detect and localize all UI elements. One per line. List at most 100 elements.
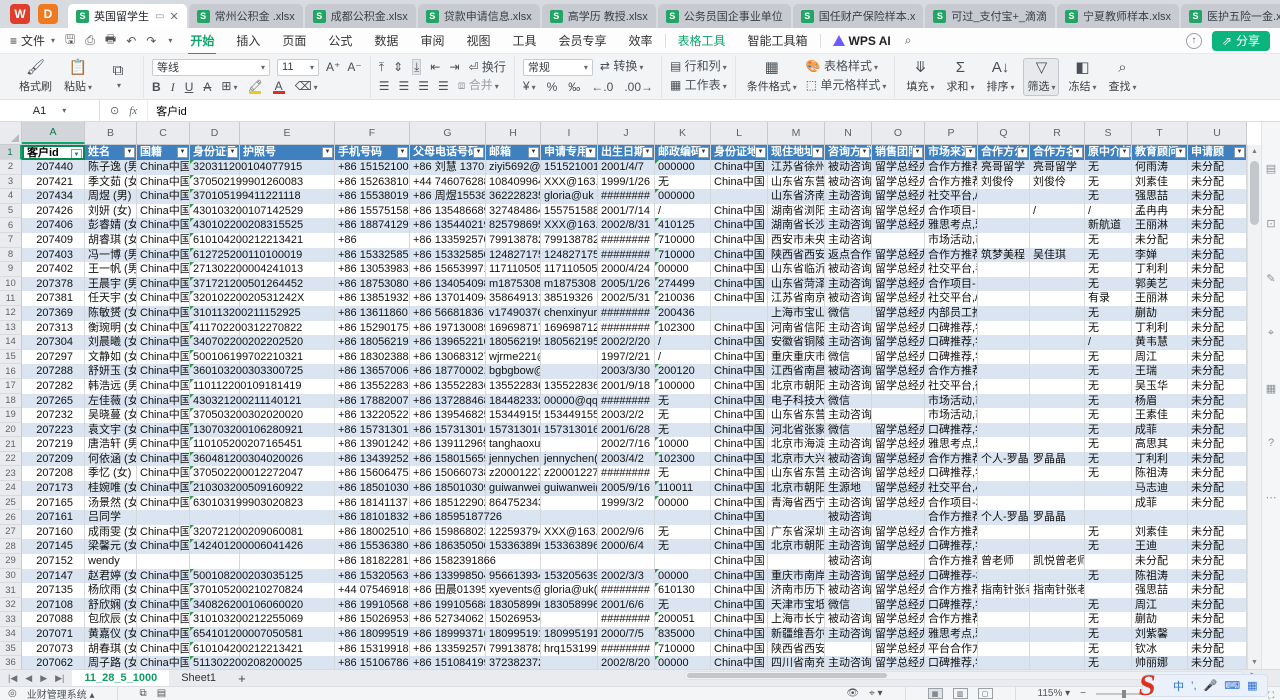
convert-button[interactable]: ⇄ 转换▾	[600, 59, 643, 75]
menu-item-效率[interactable]: 效率	[629, 32, 653, 49]
more-panel-icon[interactable]: ⋯	[1266, 491, 1277, 504]
row-number[interactable]: 8	[0, 248, 22, 263]
fullscreen-icon[interactable]: ⛶	[1268, 690, 1274, 700]
table-header-cell[interactable]: 邮箱▼	[486, 145, 541, 160]
table-header-cell[interactable]: 姓名▼	[85, 145, 137, 160]
cell[interactable]: 留学总经办	[872, 364, 925, 379]
cell[interactable]: 340826200106060020	[190, 598, 240, 613]
cell[interactable]: 桂婉唯 (女	[85, 481, 137, 496]
copy-button[interactable]: ⧉ ▾	[101, 62, 135, 91]
cell[interactable]: 被动咨询	[825, 160, 872, 175]
cell[interactable]: 天津市宝坻	[768, 598, 825, 613]
page-layout-view-icon[interactable]: ▥	[953, 688, 968, 699]
edit-panel-icon[interactable]: ✎	[1266, 272, 1275, 285]
cell[interactable]: 124827175	[541, 248, 598, 263]
cell[interactable]: 留学总经办	[872, 423, 925, 438]
cell[interactable]: 上海市长宁	[768, 612, 825, 627]
cell[interactable]: 未分配	[1188, 554, 1247, 569]
cell[interactable]: 留学总经办	[872, 306, 925, 321]
cell[interactable]: 口碑推荐-3	[925, 569, 978, 584]
cell[interactable]: 2002/3/3	[598, 569, 655, 584]
column-header-E[interactable]: E	[240, 122, 335, 144]
row-number[interactable]: 19	[0, 408, 22, 423]
wrap-text-button[interactable]: ⏎ 换行	[469, 60, 506, 74]
align-center-icon[interactable]: ☰	[398, 79, 409, 93]
cell[interactable]	[1085, 583, 1132, 598]
cell[interactable]: China中国	[137, 321, 190, 336]
cell[interactable]: 留学总经办	[872, 189, 925, 204]
row-number[interactable]: 27	[0, 525, 22, 540]
cell[interactable]: 200051	[655, 612, 711, 627]
cell[interactable]: 362228235	[486, 189, 541, 204]
cell[interactable]: China中国	[137, 175, 190, 190]
cell[interactable]	[1030, 539, 1085, 554]
cell[interactable]	[978, 306, 1030, 321]
cell[interactable]: +86 15575158	[335, 204, 410, 219]
cell[interactable]: +86 13220522	[335, 408, 410, 423]
cell[interactable]: 无	[1085, 277, 1132, 292]
cell[interactable]: 社交平台,/	[925, 189, 978, 204]
cell[interactable]: 200120	[655, 364, 711, 379]
cell[interactable]: 207378	[22, 277, 85, 292]
cell[interactable]: 未分配	[1188, 539, 1247, 554]
cell[interactable]: 无	[1085, 394, 1132, 409]
cell[interactable]: 2005/1/26	[598, 277, 655, 292]
cell[interactable]: 未分配	[1188, 466, 1247, 481]
cell[interactable]: +86 18302388	[335, 350, 410, 365]
column-header-U[interactable]: U	[1188, 122, 1247, 144]
cell[interactable]: /	[1085, 204, 1132, 219]
cell[interactable]: China中国	[711, 569, 768, 584]
cell[interactable]: 2002/7/16	[598, 437, 655, 452]
cell[interactable]: 留学总经办	[872, 262, 925, 277]
cell[interactable]: 207421	[22, 175, 85, 190]
filter-button[interactable]: ▼	[473, 147, 484, 158]
cell[interactable]: 口碑推荐,学	[925, 466, 978, 481]
cell[interactable]: 季文茹 (女	[85, 175, 137, 190]
cell[interactable]: 被动咨询	[825, 452, 872, 467]
cell[interactable]: 留学总经办	[872, 656, 925, 669]
cell[interactable]: 110112200109181419	[190, 379, 240, 394]
cell[interactable]: 郭美艺	[1132, 277, 1188, 292]
menu-item-审阅[interactable]: 审阅	[420, 32, 444, 49]
cell[interactable]: 黄嘉仪 (女	[85, 627, 137, 642]
cell[interactable]: 留学总经办	[872, 204, 925, 219]
cell[interactable]: 370502199901260083	[190, 175, 240, 190]
fill-button[interactable]: ⤋填充▾	[903, 59, 937, 95]
column-header-K[interactable]: K	[655, 122, 711, 144]
filter-button[interactable]: ▼	[71, 149, 82, 160]
row-number[interactable]: 31	[0, 583, 22, 598]
cell[interactable]	[978, 379, 1030, 394]
cell[interactable]: 吴佳琪	[1030, 248, 1085, 263]
cell[interactable]	[190, 510, 240, 525]
table-header-cell[interactable]: 护照号▼	[240, 145, 335, 160]
document-tab[interactable]: S高学历 教授.xlsx	[542, 4, 656, 28]
cell[interactable]: 207297	[22, 350, 85, 365]
cell[interactable]: 151521001	[541, 160, 598, 175]
cell[interactable]: 丁利利	[1132, 321, 1188, 336]
cell[interactable]: 130703200106280921	[190, 423, 240, 438]
ime-punctuation-icon[interactable]: ’,	[1191, 680, 1197, 692]
table-header-cell[interactable]: 手机号码▼	[335, 145, 410, 160]
cell[interactable]: 207403	[22, 248, 85, 263]
zoom-out-icon[interactable]: −	[1080, 688, 1086, 699]
help-panel-icon[interactable]: ?	[1268, 437, 1274, 449]
cell[interactable]	[1085, 510, 1132, 525]
plugin-dropdown[interactable]: 业财管理系统 ▴	[27, 686, 95, 700]
cell[interactable]	[978, 466, 1030, 481]
cell[interactable]	[598, 510, 655, 525]
cell[interactable]: 湖南省长沙	[768, 218, 825, 233]
cell[interactable]: 207135	[22, 583, 85, 598]
cell[interactable]: 微信	[825, 350, 872, 365]
cell[interactable]: 无	[655, 466, 711, 481]
cell[interactable]: 1999/1/26	[598, 175, 655, 190]
row-number[interactable]: 32	[0, 598, 22, 613]
document-tab[interactable]: S常州公积金 .xlsx	[189, 4, 303, 28]
cell[interactable]: 陈祖涛	[1132, 569, 1188, 584]
cell[interactable]: 2000/7/5	[598, 627, 655, 642]
cell[interactable]: 327484864	[486, 204, 541, 219]
cell[interactable]: 150269534	[486, 612, 541, 627]
cell[interactable]: 舒妍玉 (女	[85, 364, 137, 379]
cell[interactable]	[711, 306, 768, 321]
cell[interactable]: 主动咨询	[825, 496, 872, 511]
cell[interactable]: 169698712	[541, 321, 598, 336]
